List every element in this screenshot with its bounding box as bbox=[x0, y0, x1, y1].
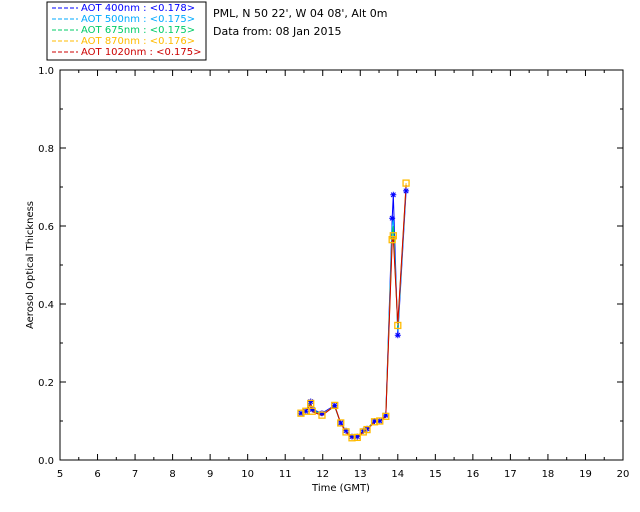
data-point-star bbox=[309, 406, 316, 413]
y-tick-label: 0.0 bbox=[38, 456, 54, 467]
title-line-date: Data from: 08 Jan 2015 bbox=[213, 25, 342, 38]
x-tick-label: 14 bbox=[391, 469, 404, 480]
data-point-star bbox=[307, 398, 314, 405]
series-line-4 bbox=[300, 185, 407, 439]
x-tick-label: 8 bbox=[169, 469, 175, 480]
legend: AOT 400nm : <0.178>AOT 500nm : <0.175>AO… bbox=[46, 1, 207, 61]
data-point-star bbox=[394, 332, 401, 339]
series-line-2 bbox=[300, 185, 407, 438]
legend-label-3: AOT 870nm : <0.176> bbox=[81, 36, 195, 47]
x-tick-label: 5 bbox=[57, 469, 63, 480]
plot-frame bbox=[59, 69, 624, 461]
y-tick-label: 0.4 bbox=[38, 300, 54, 311]
x-tick-label: 6 bbox=[94, 469, 100, 480]
aot-chart: AOT 400nm : <0.178>AOT 500nm : <0.175>AO… bbox=[25, 1, 630, 494]
x-tick-label: 15 bbox=[429, 469, 442, 480]
series-line-1 bbox=[300, 186, 407, 438]
x-tick-label: 20 bbox=[617, 469, 630, 480]
x-tick-label: 11 bbox=[279, 469, 292, 480]
x-tick-label: 18 bbox=[542, 469, 555, 480]
x-tick-label: 10 bbox=[241, 469, 254, 480]
data-point-star bbox=[403, 187, 410, 194]
legend-label-4: AOT 1020nm : <0.175> bbox=[81, 47, 201, 58]
y-tick-label: 0.8 bbox=[38, 144, 54, 155]
legend-label-2: AOT 675nm : <0.175> bbox=[81, 25, 195, 36]
legend-label-1: AOT 500nm : <0.175> bbox=[81, 14, 195, 25]
y-tick-label: 0.2 bbox=[38, 378, 54, 389]
data-point-star bbox=[389, 215, 396, 222]
x-tick-label: 16 bbox=[466, 469, 479, 480]
data-point-star bbox=[337, 419, 344, 426]
x-tick-label: 9 bbox=[207, 469, 213, 480]
y-tick-label: 0.6 bbox=[38, 222, 54, 233]
x-tick-label: 19 bbox=[579, 469, 592, 480]
series-line-0 bbox=[300, 190, 407, 438]
y-axis-label: Aerosol Optical Thickness bbox=[25, 201, 36, 329]
title-line-location: PML, N 50 22', W 04 08', Alt 0m bbox=[213, 7, 387, 20]
x-tick-label: 17 bbox=[504, 469, 517, 480]
legend-label-0: AOT 400nm : <0.178> bbox=[81, 3, 195, 14]
series-line-3 bbox=[300, 183, 407, 439]
data-point-star bbox=[318, 410, 325, 417]
data-point-star bbox=[331, 402, 338, 409]
x-tick-label: 7 bbox=[132, 469, 138, 480]
x-axis-label: Time (GMT) bbox=[311, 483, 370, 494]
y-tick-label: 1.0 bbox=[38, 66, 54, 77]
x-tick-label: 13 bbox=[354, 469, 367, 480]
data-point-star bbox=[390, 191, 397, 198]
x-tick-label: 12 bbox=[316, 469, 329, 480]
